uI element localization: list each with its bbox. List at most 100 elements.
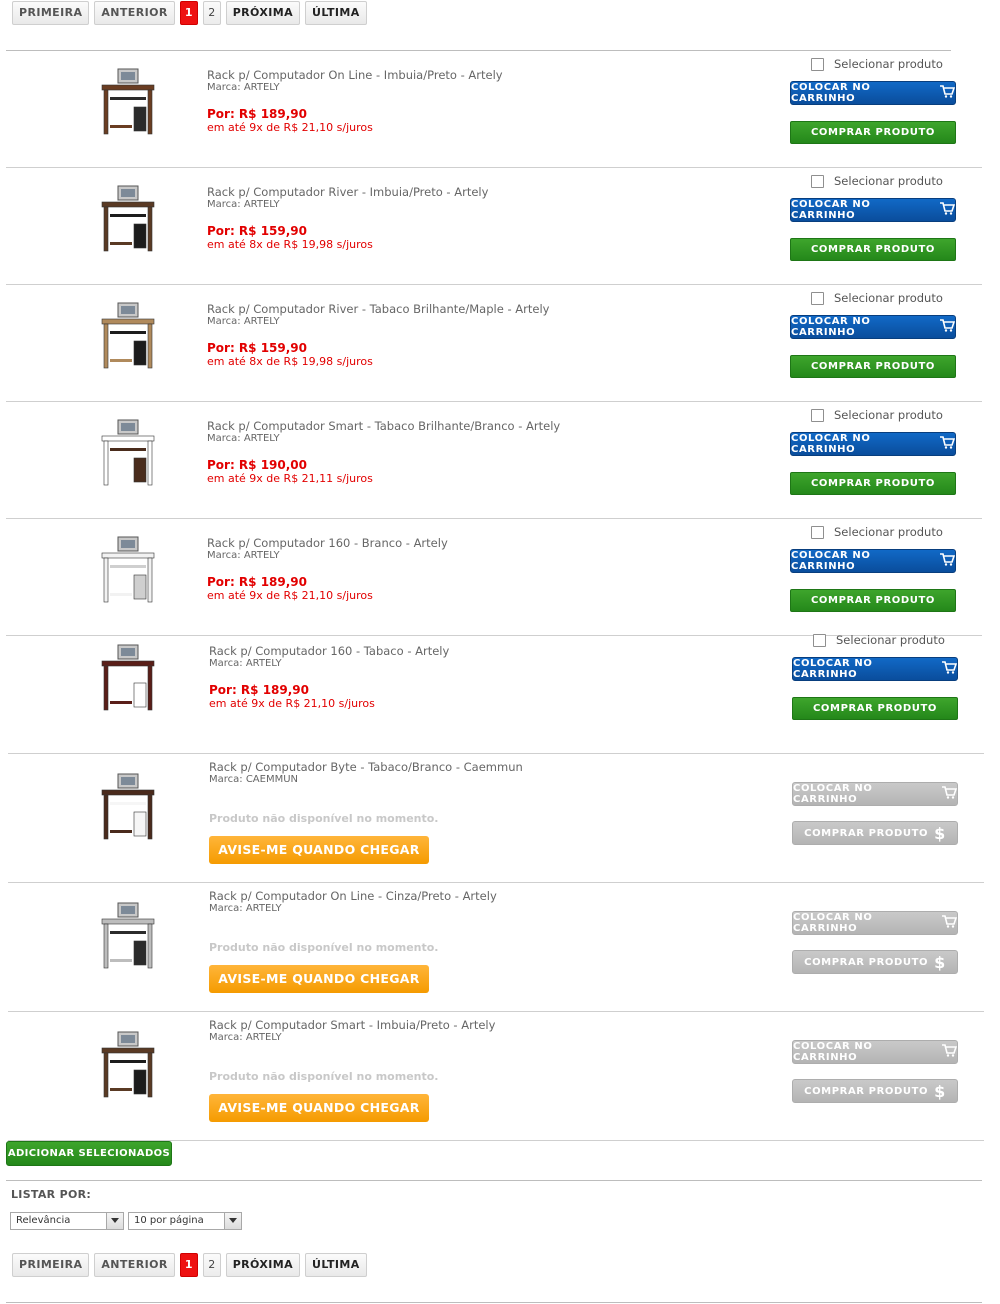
product-title[interactable]: Rack p/ Computador Byte - Tabaco/Branco …: [209, 760, 523, 774]
buy-product-button[interactable]: COMPRAR PRODUTO: [790, 355, 956, 378]
add-to-cart-button[interactable]: COLOCAR NO CARRINHO: [790, 315, 956, 339]
add-to-cart-button-disabled[interactable]: COLOCAR NO CARRINHO: [792, 911, 958, 935]
pagination-page-1[interactable]: 1: [179, 1, 198, 25]
add-to-cart-button-disabled[interactable]: COLOCAR NO CARRINHO: [792, 1040, 958, 1064]
select-product-checkbox[interactable]: [811, 525, 824, 539]
add-to-cart-button[interactable]: COLOCAR NO CARRINHO: [792, 657, 958, 681]
product-title[interactable]: Rack p/ Computador On Line - Imbuia/Pret…: [207, 68, 503, 82]
add-to-cart-button[interactable]: COLOCAR NO CARRINHO: [790, 432, 956, 456]
pagination-previous-button[interactable]: ANTERIOR: [94, 1, 175, 25]
product-price: Por: R$ 189,90: [207, 107, 308, 121]
select-product-label: Selecionar produto: [834, 408, 943, 422]
buy-product-button[interactable]: COMPRAR PRODUTO: [790, 472, 956, 495]
pagination-page-2[interactable]: 2: [202, 1253, 221, 1277]
select-product[interactable]: Selecionar produto: [811, 291, 943, 305]
add-to-cart-label: COLOCAR NO CARRINHO: [791, 550, 871, 572]
product-row: Rack p/ Computador River - Tabaco Brilha…: [6, 285, 982, 402]
product-title[interactable]: Rack p/ Computador 160 - Branco - Artely: [207, 536, 448, 550]
dollar-icon: $: [934, 1081, 946, 1101]
product-image[interactable]: [96, 184, 160, 258]
select-product-checkbox[interactable]: [811, 408, 824, 422]
pagination-last-button[interactable]: ÚLTIMA: [305, 1253, 367, 1277]
select-product-label: Selecionar produto: [834, 174, 943, 188]
buy-product-button-disabled[interactable]: COMPRAR PRODUTO $: [792, 950, 958, 974]
pagination-first-button[interactable]: PRIMEIRA: [12, 1, 90, 25]
product-price: Por: R$ 159,90: [207, 224, 308, 238]
product-price: Por: R$ 189,90: [207, 575, 308, 589]
add-to-cart-button-disabled[interactable]: COLOCAR NO CARRINHO: [792, 782, 958, 806]
divider: [6, 1302, 982, 1303]
product-installments: em até 9x de R$ 21,10 s/juros: [207, 589, 373, 602]
product-image[interactable]: [96, 901, 160, 975]
pagination-top: PRIMEIRA ANTERIOR 1 2 PRÓXIMA ÚLTIMA: [12, 1, 367, 25]
product-installments: em até 9x de R$ 21,10 s/juros: [207, 121, 373, 134]
buy-product-button[interactable]: COMPRAR PRODUTO: [792, 697, 958, 720]
cart-icon: [941, 661, 958, 677]
per-page-select[interactable]: 10 por página: [128, 1212, 242, 1230]
add-to-cart-label: COLOCAR NO CARRINHO: [791, 316, 871, 338]
product-title[interactable]: Rack p/ Computador 160 - Tabaco - Artely: [209, 644, 449, 658]
add-to-cart-button[interactable]: COLOCAR NO CARRINHO: [790, 549, 956, 573]
product-image[interactable]: [96, 643, 160, 717]
pagination-page-2[interactable]: 2: [202, 1, 221, 25]
notify-me-button[interactable]: AVISE-ME QUANDO CHEGAR: [209, 965, 429, 993]
pagination-page-1[interactable]: 1: [179, 1253, 198, 1277]
unavailable-text: Produto não disponível no momento.: [209, 941, 439, 954]
product-title[interactable]: Rack p/ Computador River - Tabaco Brilha…: [207, 302, 549, 316]
select-product-checkbox[interactable]: [811, 57, 824, 71]
product-image[interactable]: [96, 418, 160, 492]
product-image[interactable]: [96, 535, 160, 609]
product-brand: Marca: ARTELY: [209, 1032, 282, 1043]
add-to-cart-button[interactable]: COLOCAR NO CARRINHO: [790, 198, 956, 222]
product-image[interactable]: [96, 301, 160, 375]
divider: [6, 1180, 982, 1181]
select-product[interactable]: Selecionar produto: [811, 408, 943, 422]
pagination-previous-button[interactable]: ANTERIOR: [94, 1253, 175, 1277]
add-to-cart-label: COLOCAR NO CARRINHO: [793, 658, 873, 680]
product-row: Rack p/ Computador 160 - Branco - Artely…: [6, 519, 982, 636]
select-product-label: Selecionar produto: [834, 525, 943, 539]
unavailable-text: Produto não disponível no momento.: [209, 812, 439, 825]
select-product[interactable]: Selecionar produto: [813, 633, 945, 647]
cart-icon: [941, 915, 958, 931]
select-product[interactable]: Selecionar produto: [811, 525, 943, 539]
select-product[interactable]: Selecionar produto: [811, 174, 943, 188]
product-title[interactable]: Rack p/ Computador On Line - Cinza/Preto…: [209, 889, 497, 903]
product-brand: Marca: ARTELY: [209, 658, 282, 669]
buy-product-button-disabled[interactable]: COMPRAR PRODUTO $: [792, 1079, 958, 1103]
pagination-last-button[interactable]: ÚLTIMA: [305, 1, 367, 25]
product-image[interactable]: [96, 772, 160, 846]
product-row: Rack p/ Computador 160 - Tabaco - Artely…: [8, 627, 984, 754]
buy-product-label: COMPRAR PRODUTO: [804, 956, 929, 968]
add-to-cart-label: COLOCAR NO CARRINHO: [793, 783, 873, 805]
buy-product-button[interactable]: COMPRAR PRODUTO: [790, 589, 956, 612]
per-page-value: 10 por página: [134, 1215, 204, 1226]
product-title[interactable]: Rack p/ Computador River - Imbuia/Preto …: [207, 185, 488, 199]
notify-me-button[interactable]: AVISE-ME QUANDO CHEGAR: [209, 836, 429, 864]
buy-product-button[interactable]: COMPRAR PRODUTO: [790, 121, 956, 144]
unavailable-text: Produto não disponível no momento.: [209, 1070, 439, 1083]
add-selected-button[interactable]: ADICIONAR SELECIONADOS: [6, 1141, 172, 1166]
product-title[interactable]: Rack p/ Computador Smart - Imbuia/Preto …: [209, 1018, 495, 1032]
buy-product-button[interactable]: COMPRAR PRODUTO: [790, 238, 956, 261]
add-to-cart-button[interactable]: COLOCAR NO CARRINHO: [790, 81, 956, 105]
notify-me-button[interactable]: AVISE-ME QUANDO CHEGAR: [209, 1094, 429, 1122]
pagination-next-button[interactable]: PRÓXIMA: [225, 1253, 301, 1277]
product-image[interactable]: [96, 67, 160, 141]
select-product-checkbox[interactable]: [813, 633, 826, 647]
product-installments: em até 8x de R$ 19,98 s/juros: [207, 355, 373, 368]
product-price: Por: R$ 189,90: [209, 683, 310, 697]
pagination-first-button[interactable]: PRIMEIRA: [12, 1253, 90, 1277]
cart-icon: [939, 553, 956, 569]
buy-product-button-disabled[interactable]: COMPRAR PRODUTO $: [792, 821, 958, 845]
select-product-checkbox[interactable]: [811, 291, 824, 305]
product-row: Rack p/ Computador On Line - Cinza/Preto…: [8, 873, 984, 1012]
cart-icon: [941, 1044, 958, 1060]
pagination-next-button[interactable]: PRÓXIMA: [225, 1, 301, 25]
select-product-checkbox[interactable]: [811, 174, 824, 188]
product-brand: Marca: ARTELY: [207, 199, 280, 210]
sort-order-select[interactable]: Relevância: [10, 1212, 124, 1230]
select-product[interactable]: Selecionar produto: [811, 57, 943, 71]
product-image[interactable]: [96, 1030, 160, 1104]
product-title[interactable]: Rack p/ Computador Smart - Tabaco Brilha…: [207, 419, 560, 433]
